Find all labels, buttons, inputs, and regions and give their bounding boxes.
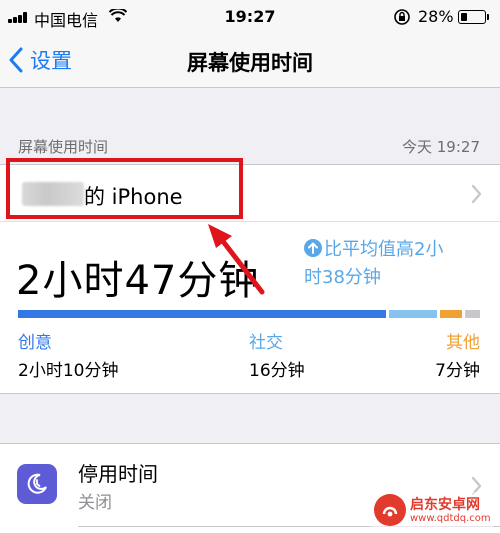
battery-icon xyxy=(458,10,486,24)
downtime-title: 停用时间 xyxy=(78,462,158,486)
category-social-duration: 16分钟 xyxy=(249,361,305,381)
battery-percent: 28% xyxy=(418,7,454,26)
usage-bar-remainder xyxy=(465,310,480,318)
category-other-duration: 7分钟 xyxy=(435,361,480,381)
watermark-logo-icon xyxy=(374,494,406,526)
usage-bar-creative xyxy=(18,310,386,318)
downtime-status: 关闭 xyxy=(78,493,112,513)
arrow-up-circle-icon xyxy=(304,239,322,257)
average-comparison: 比平均值高2小 时38分钟 xyxy=(304,236,490,292)
navigation-bar: 设置 屏幕使用时间 xyxy=(0,34,500,88)
status-bar: 中国电信 19:27 28% xyxy=(0,0,500,34)
section-header: 屏幕使用时间 今天 19:27 xyxy=(0,88,500,164)
watermark-url: www.qdtdq.com xyxy=(410,513,491,524)
watermark-name: 启东安卓网 xyxy=(410,497,480,513)
comparison-line-2: 时38分钟 xyxy=(304,267,381,288)
category-creative-duration: 2小时10分钟 xyxy=(18,361,119,381)
comparison-line-1: 比平均值高2小 xyxy=(324,239,444,260)
watermark: 启东安卓网 www.qdtdq.com xyxy=(370,492,494,530)
page-title: 屏幕使用时间 xyxy=(187,51,313,75)
usage-bar-other xyxy=(440,310,462,318)
downtime-icon xyxy=(17,464,57,504)
category-social-label: 社交 xyxy=(249,333,283,353)
chevron-right-icon xyxy=(471,184,482,204)
category-other-label: 其他 xyxy=(446,333,480,353)
orientation-lock-icon xyxy=(394,9,410,25)
section-timestamp: 今天 19:27 xyxy=(402,138,480,156)
category-creative-label: 创意 xyxy=(18,333,52,353)
usage-summary[interactable]: 2小时47分钟 比平均值高2小 时38分钟 创意 2小时10分钟 社交 16分钟… xyxy=(0,222,500,394)
battery-level xyxy=(461,13,467,21)
section-label: 屏幕使用时间 xyxy=(18,138,109,156)
moon-clock-icon xyxy=(27,473,47,494)
battery-tip xyxy=(487,14,489,20)
usage-bar-social xyxy=(389,310,437,318)
usage-bar xyxy=(18,310,480,318)
total-usage: 2小时47分钟 xyxy=(16,258,260,304)
highlight-annotation-box xyxy=(6,158,243,219)
